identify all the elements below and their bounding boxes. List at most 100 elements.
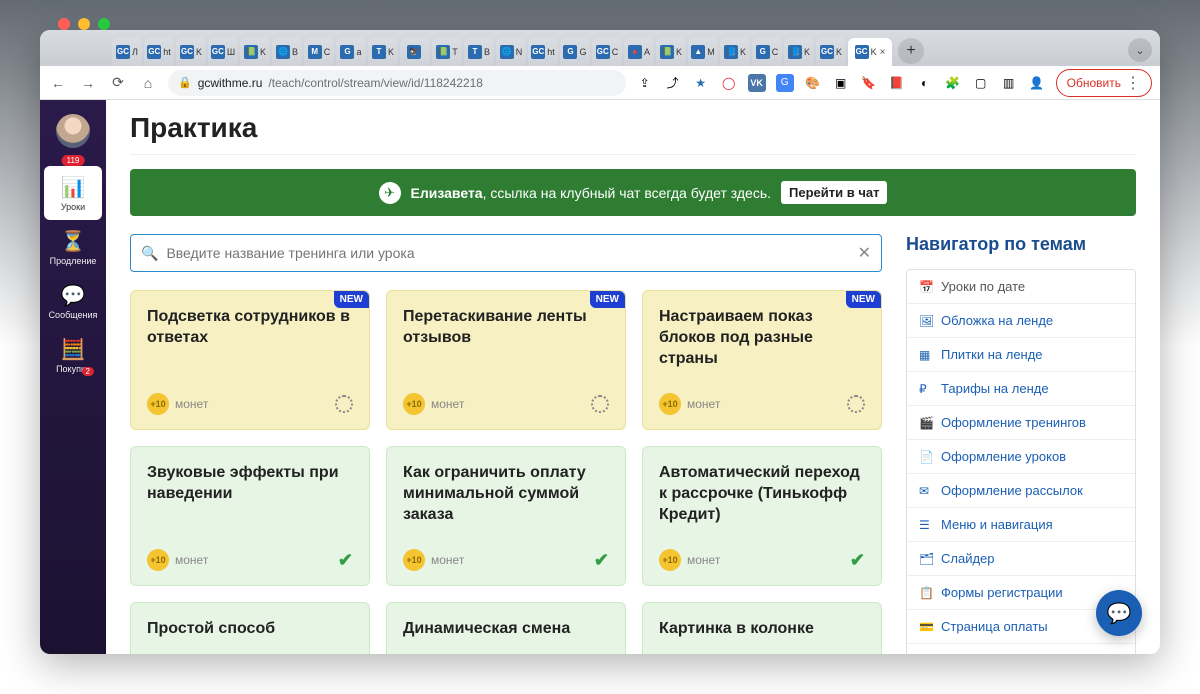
browser-tab[interactable]: TK (368, 38, 398, 66)
browser-tab[interactable]: 🔺A (624, 38, 654, 66)
lesson-card[interactable]: NEWНастраиваем показ блоков под разные с… (642, 290, 882, 430)
browser-tab[interactable]: GCC (592, 38, 622, 66)
tab-label: K (804, 47, 810, 57)
navigator-item[interactable]: 🎬Оформление тренингов (907, 406, 1135, 440)
sidebar-item-Уроки[interactable]: 📊Уроки (44, 166, 102, 220)
avatar-icon (56, 114, 90, 148)
ext-5-icon[interactable]: ▣ (832, 74, 850, 92)
lesson-cards-grid: NEWПодсветка сотрудников в ответах+10мон… (130, 290, 882, 654)
forward-button[interactable]: → (78, 73, 98, 93)
browser-tab[interactable]: GG (560, 38, 590, 66)
browser-tab[interactable]: 📗K (656, 38, 686, 66)
navigator-item[interactable]: ✉Оформление рассылок (907, 474, 1135, 508)
lesson-card[interactable]: Динамическая смена+10монет✔ (386, 602, 626, 654)
ext-11-icon[interactable]: ▥ (1000, 74, 1018, 92)
ext-translate-icon[interactable]: G (776, 74, 794, 92)
mac-minimize[interactable] (78, 18, 90, 30)
tab-label: K (196, 47, 202, 57)
browser-tab[interactable]: GCШ (208, 38, 238, 66)
ext-4-icon[interactable]: 🎨 (804, 74, 822, 92)
browser-tab[interactable]: MC (304, 38, 334, 66)
tab-favicon-icon: 📗 (436, 45, 450, 59)
tab-favicon-icon: GC (180, 45, 194, 59)
avatar-badge: 119 (62, 155, 85, 166)
browser-tab[interactable]: GCht (528, 38, 558, 66)
lesson-card[interactable]: NEWПеретаскивание ленты отзывов+10монет (386, 290, 626, 430)
lesson-card[interactable]: Автоматический переход к рассрочке (Тинь… (642, 446, 882, 586)
ext-7-icon[interactable]: 📕 (888, 74, 906, 92)
sidebar-avatar[interactable]: 119 (44, 108, 102, 162)
go-to-chat-button[interactable]: Перейти в чат (781, 181, 887, 204)
browser-tab[interactable]: GCЛ (112, 38, 142, 66)
browser-tab[interactable]: GCht (144, 38, 174, 66)
ext-opera-icon[interactable]: ◯ (720, 74, 738, 92)
mac-maximize[interactable] (98, 18, 110, 30)
tab-close-icon[interactable]: × (880, 47, 886, 58)
mac-close[interactable] (58, 18, 70, 30)
tab-label: T (452, 47, 458, 57)
sidebar-item-Покупки[interactable]: 🧮Покупки2 (44, 328, 102, 382)
browser-tab[interactable]: Ga (336, 38, 366, 66)
browser-tab[interactable]: TB (464, 38, 494, 66)
lesson-card[interactable]: Звуковые эффекты при наведении+10монет✔ (130, 446, 370, 586)
navigator-item-label: Уроки по дате (941, 279, 1025, 294)
browser-tab[interactable]: 🌐N (496, 38, 526, 66)
tab-favicon-icon: 🔺 (628, 45, 642, 59)
upload-icon[interactable]: ⤴ (664, 74, 682, 92)
clear-search-icon[interactable]: ✕ (858, 243, 871, 263)
browser-tab[interactable]: 📘K (720, 38, 750, 66)
tabs-overflow-icon[interactable]: ⌄ (1128, 38, 1152, 62)
tab-favicon-icon: GC (116, 45, 130, 59)
browser-tab[interactable]: 📘K (784, 38, 814, 66)
browser-tab[interactable]: 🦅 (400, 38, 430, 66)
browser-tab[interactable]: GC (752, 38, 782, 66)
navigator-item[interactable]: 📅Уроки по дате (907, 270, 1135, 304)
lesson-card[interactable]: NEWПодсветка сотрудников в ответах+10мон… (130, 290, 370, 430)
chat-fab-button[interactable]: 💬 (1096, 590, 1142, 636)
browser-tab[interactable]: GCK (816, 38, 846, 66)
sidebar-label: Уроки (61, 202, 85, 212)
update-button[interactable]: Обновить ⋮ (1056, 69, 1152, 97)
search-input[interactable] (166, 245, 849, 261)
navigator-item-icon: ☰ (919, 518, 933, 532)
navigator-item[interactable]: 📄Оформление уроков (907, 440, 1135, 474)
share-icon[interactable]: ⇪ (636, 74, 654, 92)
navigator-item[interactable]: ₽Тарифы на ленде (907, 372, 1135, 406)
coin-label: монет (175, 397, 208, 411)
loading-spinner-icon (335, 395, 353, 413)
browser-tab[interactable]: GCK (176, 38, 206, 66)
lesson-card[interactable]: Простой способ+10монет✔ (130, 602, 370, 654)
browser-tab[interactable]: 🌐B (272, 38, 302, 66)
navigator-item[interactable]: 🗂Слайдер (907, 542, 1135, 576)
url-bar[interactable]: 🔒 gcwithme.ru/teach/control/stream/view/… (168, 70, 626, 96)
navigator-item[interactable]: ☑Анкеты (907, 644, 1135, 654)
ext-vk-icon[interactable]: VK (748, 74, 766, 92)
extensions-icon[interactable]: 🧩 (944, 74, 962, 92)
profile-avatar-icon[interactable]: 👤 (1028, 74, 1046, 92)
browser-tab[interactable]: GCK× (848, 38, 892, 66)
home-button[interactable]: ⌂ (138, 73, 158, 93)
back-button[interactable]: ← (48, 73, 68, 93)
kebab-icon[interactable]: ⋮ (1125, 73, 1141, 93)
new-tab-button[interactable]: + (898, 38, 924, 64)
ext-10-icon[interactable]: ▢ (972, 74, 990, 92)
page-title: Практика (130, 112, 1136, 144)
browser-tab[interactable]: 📗T (432, 38, 462, 66)
update-label: Обновить (1067, 76, 1121, 90)
ext-6-icon[interactable]: 🔖 (860, 74, 878, 92)
lesson-card[interactable]: Как ограничить оплату минимальной суммой… (386, 446, 626, 586)
card-title: Автоматический переход к рассрочке (Тинь… (659, 463, 865, 525)
sidebar-item-Сообщения[interactable]: 💬Сообщения (44, 274, 102, 328)
sidebar-item-Продление[interactable]: ⏳Продление (44, 220, 102, 274)
reload-button[interactable]: ⟳ (108, 73, 128, 93)
browser-tab[interactable]: 📗K (240, 38, 270, 66)
star-icon[interactable]: ★ (692, 74, 710, 92)
tab-label: K (871, 47, 877, 57)
browser-tab[interactable]: ▲M (688, 38, 718, 66)
lesson-card[interactable]: Картинка в колонке+10монет✔ (642, 602, 882, 654)
navigator-item[interactable]: 🖼Обложка на ленде (907, 304, 1135, 338)
navigator-item[interactable]: ▦Плитки на ленде (907, 338, 1135, 372)
ext-8-icon[interactable]: ◐ (916, 74, 934, 92)
search-box[interactable]: 🔍 ✕ (130, 234, 882, 272)
navigator-item[interactable]: ☰Меню и навигация (907, 508, 1135, 542)
